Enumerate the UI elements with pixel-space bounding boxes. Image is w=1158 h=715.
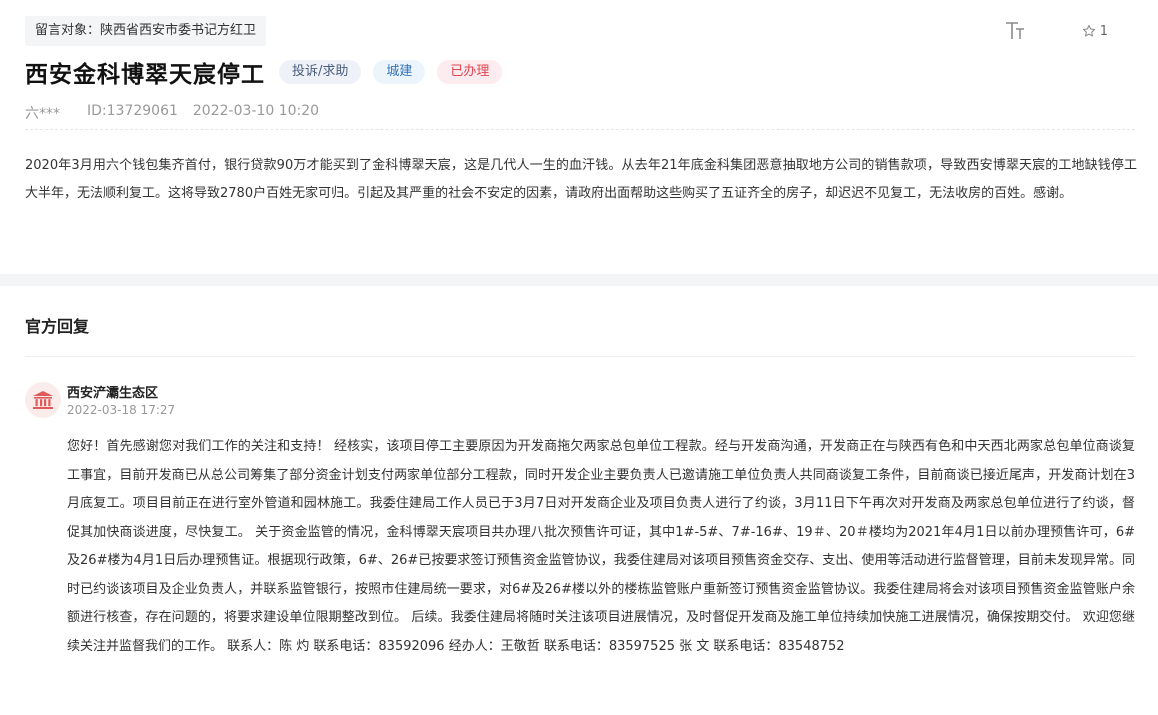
divider bbox=[25, 356, 1135, 357]
divider bbox=[25, 129, 1135, 130]
government-building-icon bbox=[25, 382, 61, 418]
domain-tag: 城建 bbox=[373, 60, 426, 84]
toolbar: 1 bbox=[1004, 20, 1108, 42]
message-date: 2022-03-10 10:20 bbox=[192, 103, 320, 119]
page-title: 西安金科博翠天宸停工 bbox=[25, 62, 265, 88]
favorite-button[interactable]: 1 bbox=[1082, 24, 1108, 39]
star-icon bbox=[1082, 24, 1095, 37]
message-id: ID:13729061 bbox=[87, 103, 178, 119]
title-row: 西安金科博翠天宸停工 投诉/求助 城建 已办理 bbox=[25, 55, 503, 89]
font-size-icon[interactable] bbox=[1004, 20, 1030, 42]
reply-department: 西安浐灞生态区 bbox=[67, 386, 159, 401]
favorite-count: 1 bbox=[1099, 23, 1108, 39]
message-content: 2020年3月用六个钱包集齐首付，银行贷款90万才能买到了金科博翠天宸，这是几代… bbox=[25, 158, 1137, 201]
reply-time: 2022-03-18 17:27 bbox=[67, 403, 176, 417]
category-tag: 投诉/求助 bbox=[279, 60, 362, 84]
author-name: 六*** bbox=[25, 106, 60, 122]
message-target-tag: 留言对象：陕西省西安市委书记方红卫 bbox=[25, 16, 267, 46]
message-detail-page: 留言对象：陕西省西安市委书记方红卫 1 西安金科博翠天宸停工 投诉/求助 城建 … bbox=[0, 0, 1158, 715]
reply-section-title: 官方回复 bbox=[25, 317, 90, 336]
message-meta: 六*** ID:13729061 2022-03-10 10:20 bbox=[25, 103, 319, 123]
reply-content: 您好！首先感谢您对我们工作的关注和支持！ 经核实，该项目停工主要原因为开发商拖欠… bbox=[67, 439, 1135, 654]
status-badge: 已办理 bbox=[437, 60, 503, 84]
section-separator bbox=[0, 274, 1158, 286]
